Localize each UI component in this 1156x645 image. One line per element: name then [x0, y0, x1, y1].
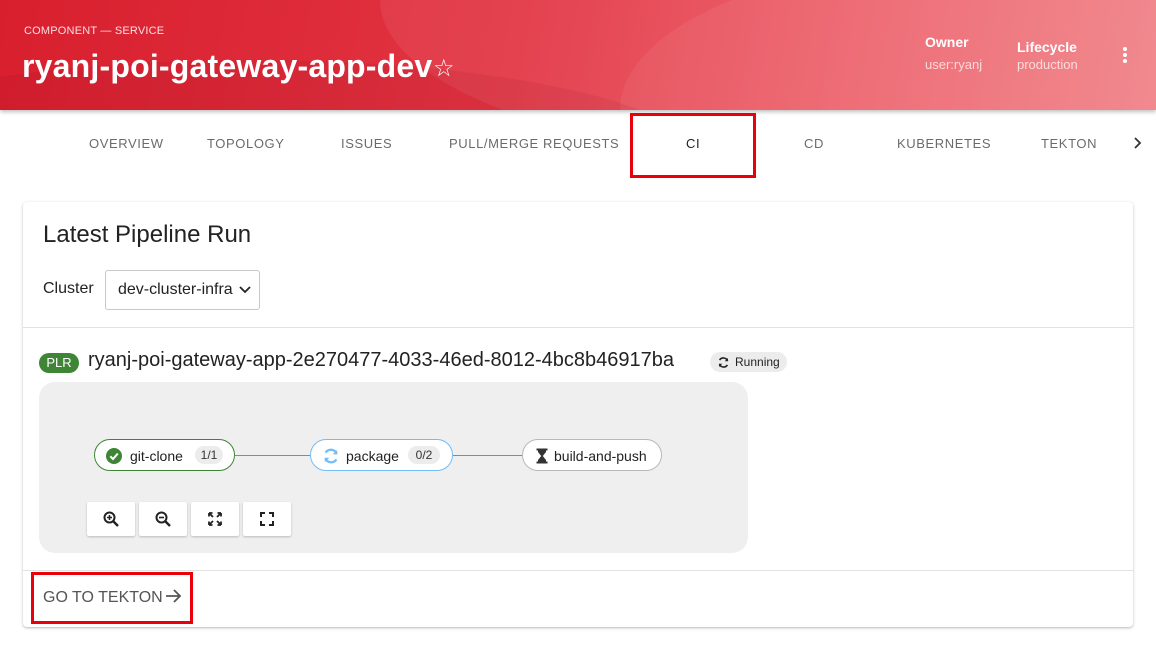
- chevron-down-icon: [239, 286, 251, 294]
- graph-edge: [235, 455, 310, 456]
- pipeline-run-name[interactable]: ryanj-poi-gateway-app-2e270477-4033-46ed…: [88, 349, 674, 372]
- task-node-git-clone[interactable]: git-clone 1/1: [94, 439, 235, 471]
- entity-header: COMPONENT — SERVICE ryanj-poi-gateway-ap…: [0, 0, 1156, 110]
- cluster-label: Cluster: [43, 280, 94, 297]
- status-text: Running: [735, 355, 780, 369]
- task-count: 0/2: [408, 446, 440, 464]
- tab-bar: OVERVIEW TOPOLOGY ISSUES PULL/MERGE REQU…: [0, 110, 1156, 176]
- entity-kind: COMPONENT — SERVICE: [24, 25, 165, 37]
- hourglass-icon: [536, 448, 548, 464]
- card-title: Latest Pipeline Run: [43, 221, 252, 248]
- tab-overview[interactable]: OVERVIEW: [89, 136, 164, 151]
- expand-icon: [260, 512, 274, 526]
- header-decoration: [620, 0, 1156, 110]
- divider: [23, 327, 1133, 328]
- zoom-out-button[interactable]: [139, 502, 187, 536]
- task-node-package[interactable]: package 0/2: [310, 439, 453, 471]
- task-node-build-and-push[interactable]: build-and-push: [522, 439, 662, 471]
- tab-tekton[interactable]: TEKTON: [1041, 136, 1097, 151]
- fit-to-screen-icon: [208, 512, 222, 526]
- fit-to-screen-button[interactable]: [191, 502, 239, 536]
- zoom-in-icon: [103, 511, 119, 527]
- tab-issues[interactable]: ISSUES: [341, 136, 392, 151]
- task-count: 1/1: [195, 446, 223, 464]
- more-vertical-icon[interactable]: [1117, 44, 1133, 66]
- tab-pull-merge-requests[interactable]: PULL/MERGE REQUESTS: [449, 136, 619, 151]
- zoom-out-icon: [155, 511, 171, 527]
- sync-icon: [324, 448, 338, 464]
- lifecycle-value: production: [1017, 57, 1078, 72]
- lifecycle-label: Lifecycle: [1017, 39, 1077, 55]
- cluster-select[interactable]: dev-cluster-infra: [105, 270, 260, 310]
- status-badge: Running: [710, 352, 787, 372]
- sync-icon: [718, 357, 729, 368]
- page-title: ryanj-poi-gateway-app-dev: [22, 48, 433, 84]
- task-name: build-and-push: [554, 448, 647, 464]
- task-name: git-clone: [130, 448, 183, 464]
- divider: [23, 570, 1133, 571]
- cluster-select-value: dev-cluster-infra: [118, 281, 233, 298]
- tab-cd[interactable]: CD: [804, 136, 824, 151]
- tab-ci-highlight-box: [630, 113, 756, 178]
- tab-kubernetes[interactable]: KUBERNETES: [897, 136, 991, 151]
- chevron-right-icon[interactable]: [1131, 136, 1145, 150]
- go-to-tekton-highlight-box: [31, 572, 193, 624]
- latest-pipeline-run-card: Latest Pipeline Run Cluster dev-cluster-…: [23, 202, 1133, 627]
- plr-badge: PLR: [39, 353, 79, 373]
- star-outline-icon[interactable]: ☆: [433, 54, 455, 83]
- graph-edge: [453, 455, 522, 456]
- check-circle-icon: [106, 448, 122, 464]
- tab-topology[interactable]: TOPOLOGY: [207, 136, 285, 151]
- expand-button[interactable]: [243, 502, 291, 536]
- zoom-in-button[interactable]: [87, 502, 135, 536]
- owner-label: Owner: [925, 34, 969, 50]
- task-name: package: [346, 448, 399, 464]
- owner-value[interactable]: user:ryanj: [925, 57, 982, 72]
